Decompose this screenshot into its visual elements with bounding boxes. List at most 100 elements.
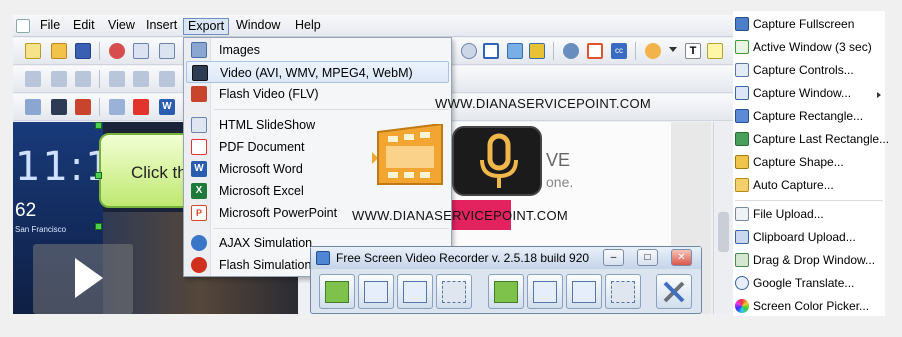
- menu-item-capture-controls[interactable]: Capture Controls...: [733, 59, 885, 81]
- monitor-icon: [735, 17, 749, 31]
- screenshot-region-button[interactable]: [566, 274, 602, 309]
- cut-icon[interactable]: [109, 43, 125, 59]
- open-folder-icon[interactable]: [51, 43, 67, 59]
- file-upload-icon: [735, 207, 749, 221]
- chevron-down-icon[interactable]: [669, 47, 677, 55]
- play-icon: [75, 258, 103, 298]
- menu-item-label: Capture Window...: [753, 86, 852, 100]
- screenshot-fullscreen-button[interactable]: [488, 274, 524, 309]
- menu-item-label: Capture Shape...: [753, 155, 844, 169]
- record-fullscreen-button[interactable]: [319, 274, 355, 309]
- tools-icon: [663, 281, 685, 303]
- settings-button[interactable]: [656, 274, 692, 309]
- record-region-button[interactable]: [397, 274, 433, 309]
- menu-item-capture-rectangle[interactable]: Capture Rectangle...: [733, 105, 885, 127]
- align-center-icon[interactable]: [51, 71, 67, 87]
- selection-handle[interactable]: [95, 172, 102, 179]
- app-icon[interactable]: [16, 19, 30, 33]
- toolbar-separator: [99, 70, 100, 88]
- window-icon: [735, 86, 749, 100]
- cc-icon[interactable]: cc: [611, 43, 627, 59]
- city-name: San Francisco: [15, 225, 67, 234]
- excel-icon: X: [191, 183, 207, 199]
- watermark-text: WWW.DIANASERVICEPOINT.COM: [435, 96, 651, 111]
- export-pdf-icon[interactable]: [133, 99, 149, 115]
- menu-item-file-upload[interactable]: File Upload...: [733, 203, 885, 225]
- balloon-icon[interactable]: [645, 43, 661, 59]
- menu-insert[interactable]: Insert: [142, 18, 181, 35]
- align-left-icon[interactable]: [25, 71, 41, 87]
- maximize-button[interactable]: □: [637, 249, 658, 266]
- minimize-button[interactable]: –: [603, 249, 624, 266]
- selection-handle[interactable]: [95, 223, 102, 230]
- menu-bar: File Edit View Insert Export Window Help: [13, 15, 733, 37]
- menu-file[interactable]: File: [36, 18, 64, 35]
- record-free-button[interactable]: [436, 274, 472, 309]
- text-box-icon[interactable]: [483, 43, 499, 59]
- screenshot-window-button[interactable]: [527, 274, 563, 309]
- video-play-overlay[interactable]: [33, 244, 133, 314]
- crop-icon[interactable]: [587, 43, 603, 59]
- clipboard-icon: [735, 230, 749, 244]
- menu-item-label: Capture Controls...: [753, 63, 854, 77]
- menu-item-label: Clipboard Upload...: [753, 230, 856, 244]
- menu-export[interactable]: Export: [183, 18, 230, 35]
- align-right-icon[interactable]: [75, 71, 91, 87]
- export-html-icon[interactable]: [109, 99, 125, 115]
- image-icon[interactable]: [507, 43, 523, 59]
- export-flash-icon[interactable]: [75, 99, 91, 115]
- menu-item-capture-fullscreen[interactable]: Capture Fullscreen: [733, 13, 885, 35]
- note-icon[interactable]: [707, 43, 723, 59]
- selection-handle[interactable]: [95, 122, 102, 129]
- gear-icon[interactable]: [563, 43, 579, 59]
- shape-icon: [735, 155, 749, 169]
- scroll-thumb[interactable]: [718, 212, 729, 252]
- screenshot-free-button[interactable]: [605, 274, 641, 309]
- record-window-button[interactable]: [358, 274, 394, 309]
- callout-icon[interactable]: [529, 43, 545, 59]
- menu-item-label: Drag & Drop Window...: [753, 253, 876, 267]
- menu-window[interactable]: Window: [232, 18, 284, 35]
- text-tool-icon[interactable]: T: [685, 43, 701, 59]
- align-middle-icon[interactable]: [133, 71, 149, 87]
- toolbar-separator: [635, 42, 636, 60]
- menu-item-flash-video[interactable]: Flash Video (FLV): [186, 83, 449, 105]
- menu-item-capture-shape[interactable]: Capture Shape...: [733, 151, 885, 173]
- menu-item-drag-drop-window[interactable]: Drag & Drop Window...: [733, 249, 885, 271]
- align-top-icon[interactable]: [109, 71, 125, 87]
- menu-help[interactable]: Help: [291, 18, 325, 35]
- save-icon[interactable]: [75, 43, 91, 59]
- export-video-icon[interactable]: [51, 99, 67, 115]
- export-word-icon[interactable]: W: [159, 99, 175, 115]
- menu-item-screen-color-picker[interactable]: Screen Color Picker...: [733, 295, 885, 317]
- menu-item-google-translate[interactable]: Google Translate...: [733, 272, 885, 294]
- menu-item-label: HTML SlideShow: [219, 118, 316, 132]
- export-images-icon[interactable]: [25, 99, 41, 115]
- align-bottom-icon[interactable]: [159, 71, 175, 87]
- menu-item-video[interactable]: Video (AVI, WMV, MPEG4, WebM): [186, 61, 449, 83]
- menu-item-capture-last-rectangle[interactable]: Capture Last Rectangle...: [733, 128, 889, 150]
- menu-item-label: Microsoft PowerPoint: [219, 206, 338, 220]
- pdf-icon: [191, 139, 207, 155]
- menu-item-label: Active Window (3 sec): [753, 40, 872, 54]
- menu-item-label: Flash Video (FLV): [219, 87, 319, 101]
- close-button[interactable]: ✕: [671, 249, 692, 266]
- menu-item-label: File Upload...: [753, 207, 824, 221]
- menu-item-auto-capture[interactable]: Auto Capture...: [733, 174, 885, 196]
- menu-item-images[interactable]: Images: [186, 39, 449, 61]
- menu-item-capture-window[interactable]: Capture Window...: [733, 82, 885, 104]
- menu-edit[interactable]: Edit: [69, 18, 99, 35]
- film-logo-icon: [372, 124, 443, 185]
- controls-icon: [735, 63, 749, 77]
- copy-icon[interactable]: [133, 43, 149, 59]
- new-icon[interactable]: [25, 43, 41, 59]
- menu-item-active-window[interactable]: Active Window (3 sec): [733, 36, 885, 58]
- menu-item-clipboard-upload[interactable]: Clipboard Upload...: [733, 226, 885, 248]
- redo-icon[interactable]: [461, 43, 477, 59]
- paste-icon[interactable]: [159, 43, 175, 59]
- captured-page-text: one.: [546, 174, 574, 190]
- menu-item-label: Microsoft Word: [219, 162, 303, 176]
- recorder-titlebar[interactable]: Free Screen Video Recorder v. 2.5.18 bui…: [311, 247, 701, 269]
- menu-view[interactable]: View: [104, 18, 139, 35]
- vertical-scrollbar[interactable]: [713, 122, 733, 314]
